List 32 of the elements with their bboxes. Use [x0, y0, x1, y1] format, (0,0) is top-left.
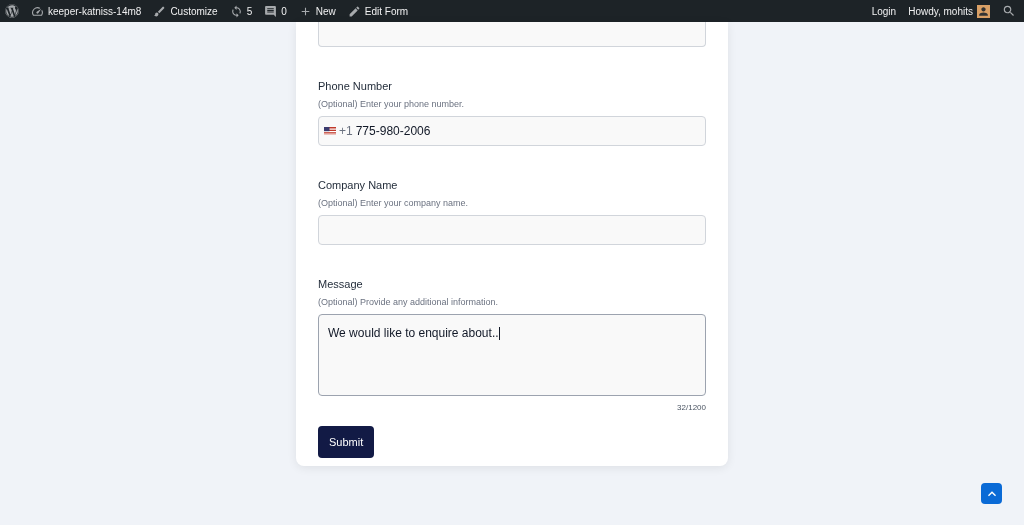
new-link[interactable]: New: [298, 3, 336, 19]
submit-button[interactable]: Submit: [318, 426, 375, 458]
site-link[interactable]: keeper-katniss-14m8: [31, 3, 142, 19]
character-counter: 32/1200: [677, 402, 706, 414]
field-label: Message: [318, 277, 364, 292]
country-code: +1: [339, 123, 353, 140]
field-label: Company Name: [318, 178, 399, 193]
field-hint: (Optional) Enter your phone number.: [318, 97, 466, 111]
brush-icon: [153, 4, 167, 18]
field-hint: (Optional) Enter your company name.: [318, 196, 470, 210]
updates-link[interactable]: 5: [229, 3, 253, 19]
message-textarea[interactable]: We would like to enquire about..: [318, 314, 706, 396]
wordpress-logo-icon[interactable]: [5, 4, 19, 18]
login-link[interactable]: Login: [871, 3, 897, 19]
input-field[interactable]: [318, 22, 706, 47]
customize-link[interactable]: Customize: [153, 3, 218, 19]
field-hint: (Optional) Provide any additional information.: [318, 295, 500, 309]
search-icon[interactable]: [1002, 4, 1016, 18]
pencil-icon: [347, 4, 361, 18]
avatar-icon[interactable]: [977, 4, 990, 18]
phone-input-field[interactable]: +1 775-980-2006: [318, 116, 706, 146]
flag-icon: [324, 127, 336, 135]
gauge-icon: [31, 4, 44, 18]
refresh-icon: [229, 4, 243, 18]
scroll-to-top-button[interactable]: [981, 483, 1002, 504]
comment-icon: [264, 4, 278, 18]
field-label: Phone Number: [318, 79, 393, 94]
comments-link[interactable]: 0: [264, 3, 287, 19]
phone-value: 775-980-2006: [355, 123, 431, 140]
edit-form-link[interactable]: Edit Form: [347, 3, 409, 19]
account-link[interactable]: Howdy, mohits: [908, 3, 973, 19]
text-input-field[interactable]: [318, 215, 706, 245]
